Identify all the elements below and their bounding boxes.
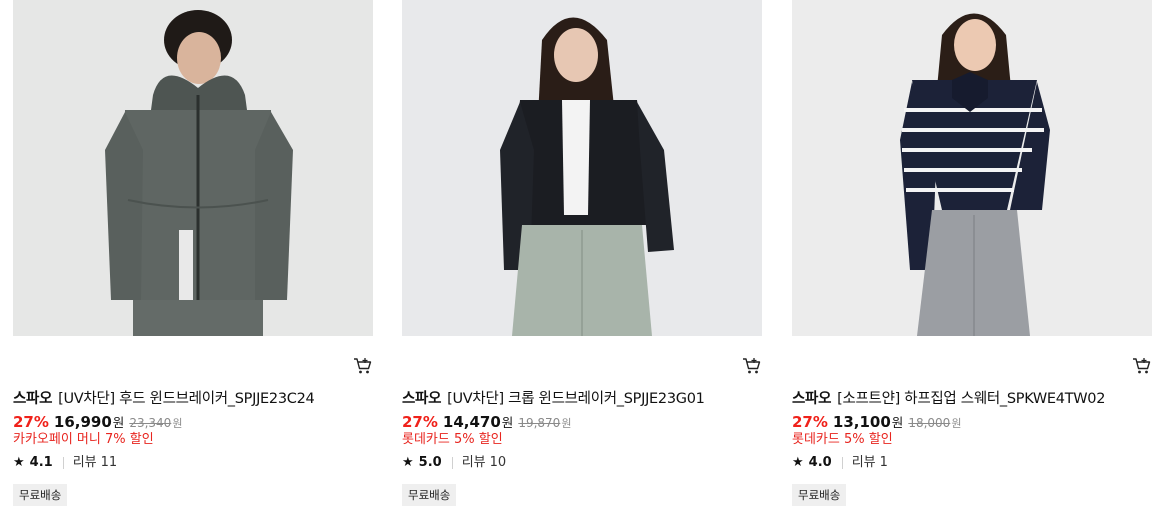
cart-icon[interactable]: [742, 357, 762, 375]
review-count: 11: [100, 455, 118, 470]
product-card[interactable]: 스파오 [UV차단] 크롭 윈드브레이커_SPJJE23G01 27% 14,470…: [402, 0, 762, 518]
discount-rate: 27%: [792, 413, 828, 431]
free-shipping-badge: 무료배송: [13, 484, 68, 506]
rating-row: ★ 4.0 리뷰 1: [792, 453, 888, 473]
review-label: 리뷰: [461, 455, 486, 470]
product-name: [소프트얀] 하프집업 스웨터_SPKWE4TW02: [837, 391, 1106, 407]
original-currency-unit: 원: [172, 417, 183, 430]
product-card[interactable]: 스파오 [UV차단] 후드 윈드브레이커_SPJJE23C24 27% 16,990…: [13, 0, 373, 518]
original-price: 18,000: [908, 416, 951, 430]
original-currency-unit: 원: [561, 417, 572, 430]
sale-price: 14,470: [442, 413, 501, 431]
original-currency-unit: 원: [951, 417, 962, 430]
review-count: 1: [879, 455, 888, 470]
product-name: [UV차단] 후드 윈드브레이커_SPJJE23C24: [58, 391, 315, 407]
brand-name: 스파오: [792, 391, 832, 407]
product-image[interactable]: [402, 0, 762, 336]
original-price: 23,340: [129, 416, 172, 430]
review-count: 10: [489, 455, 507, 470]
rating-score: 4.0: [808, 455, 832, 470]
rating-score: 5.0: [418, 455, 442, 470]
free-shipping-badge: 무료배송: [402, 484, 457, 506]
currency-unit: 원: [501, 415, 514, 430]
star-icon: ★: [792, 455, 804, 470]
rating-row: ★ 5.0 리뷰 10: [402, 453, 506, 473]
product-card[interactable]: 스파오 [소프트얀] 하프집업 스웨터_SPKWE4TW02 27% 13,100원…: [792, 0, 1152, 518]
product-image[interactable]: [792, 0, 1152, 336]
star-icon: ★: [402, 455, 414, 470]
review-label: 리뷰: [72, 455, 97, 470]
brand-name: 스파오: [13, 391, 53, 407]
product-title[interactable]: 스파오 [UV차단] 크롭 윈드브레이커_SPJJE23G01: [402, 388, 762, 410]
discount-rate: 27%: [13, 413, 49, 431]
currency-unit: 원: [112, 415, 125, 430]
sale-price: 13,100: [832, 413, 891, 431]
product-image[interactable]: [13, 0, 373, 336]
cart-icon[interactable]: [353, 357, 373, 375]
card-promo: 카카오페이 머니 7% 할인: [13, 432, 154, 447]
discount-rate: 27%: [402, 413, 438, 431]
card-promo: 롯데카드 5% 할인: [792, 432, 893, 447]
product-photo-man-windbreaker: [13, 0, 373, 336]
sale-price: 16,990: [53, 413, 112, 431]
currency-unit: 원: [891, 415, 904, 430]
cart-icon[interactable]: [1132, 357, 1152, 375]
divider: [841, 457, 843, 469]
product-name: [UV차단] 크롭 윈드브레이커_SPJJE23G01: [447, 391, 705, 407]
product-title[interactable]: 스파오 [UV차단] 후드 윈드브레이커_SPJJE23C24: [13, 388, 373, 410]
brand-name: 스파오: [402, 391, 442, 407]
review-label: 리뷰: [851, 455, 876, 470]
card-promo: 롯데카드 5% 할인: [402, 432, 503, 447]
product-photo-woman-cropped-windbreaker: [402, 0, 762, 336]
product-photo-woman-striped-sweater: [792, 0, 1152, 336]
star-icon: ★: [13, 455, 25, 470]
divider: [451, 457, 453, 469]
rating-row: ★ 4.1 리뷰 11: [13, 453, 117, 473]
product-grid: 스파오 [UV차단] 후드 윈드브레이커_SPJJE23C24 27% 16,990…: [0, 0, 1169, 518]
divider: [62, 457, 64, 469]
free-shipping-badge: 무료배송: [792, 484, 847, 506]
original-price: 19,870: [518, 416, 561, 430]
product-title[interactable]: 스파오 [소프트얀] 하프집업 스웨터_SPKWE4TW02: [792, 388, 1152, 410]
rating-score: 4.1: [29, 455, 53, 470]
